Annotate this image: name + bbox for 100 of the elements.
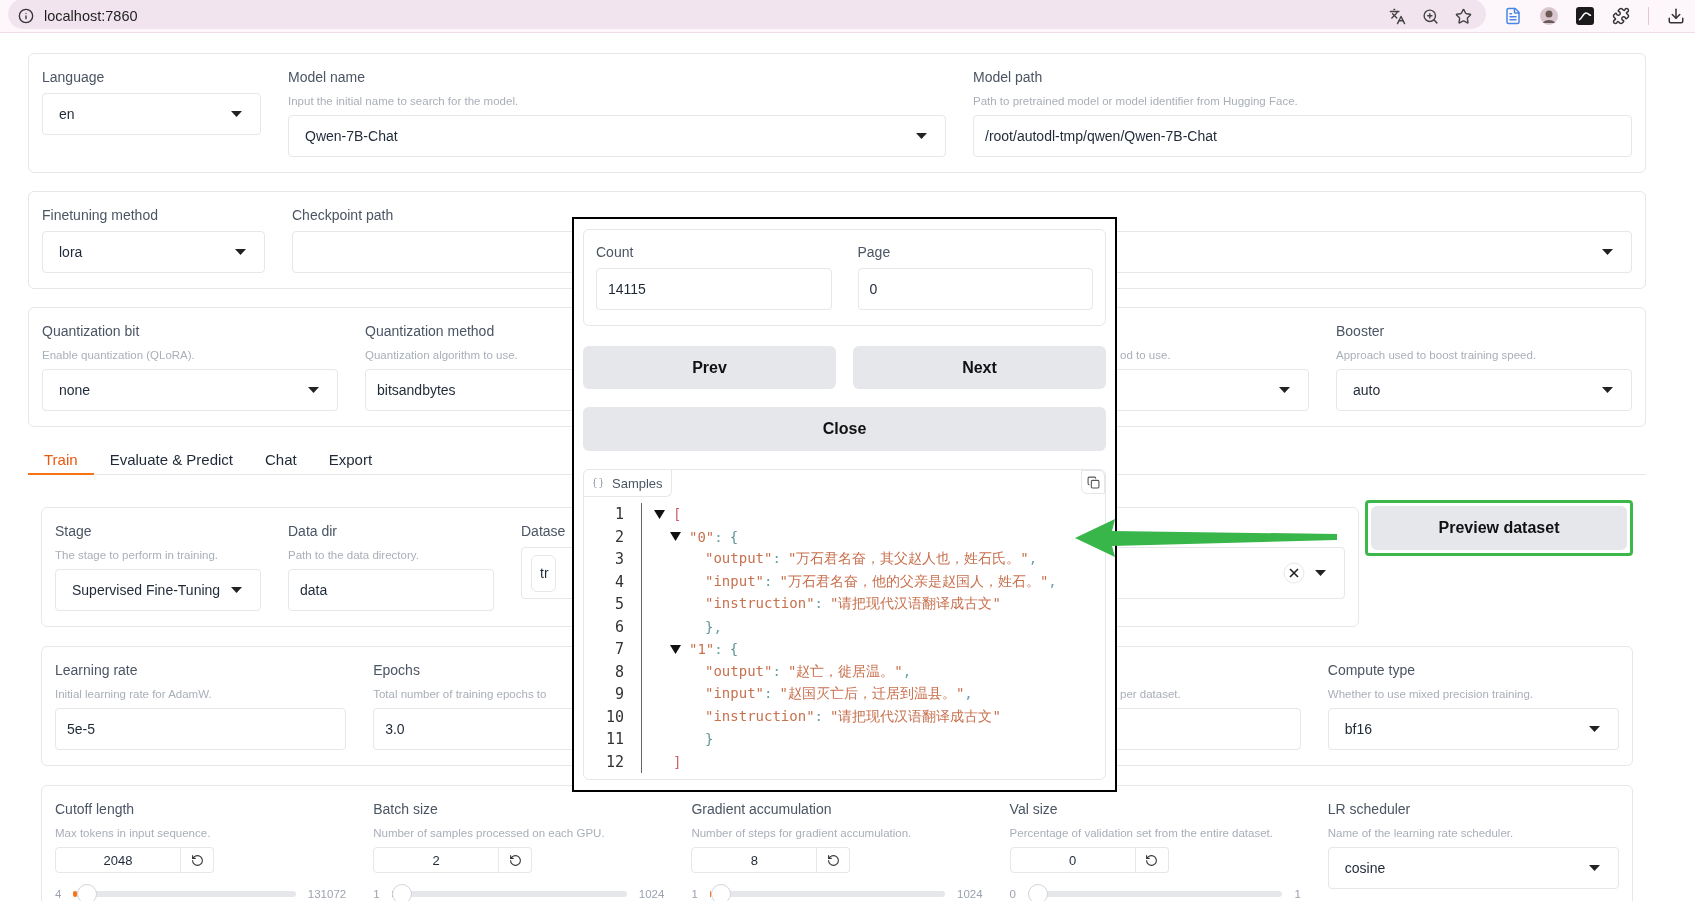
download-icon[interactable] [1667,7,1685,25]
close-button[interactable]: Close [583,407,1106,451]
slider-min: 4 [55,888,62,900]
tag-chip[interactable]: tr [531,554,556,592]
slider-min: 0 [1009,888,1016,900]
star-icon[interactable] [1455,7,1472,25]
dropdown-field[interactable]: cosine [1327,847,1619,889]
dropdown-field[interactable]: en [42,93,261,135]
text-field[interactable]: data [288,569,494,611]
line-number: 7 [613,640,624,659]
field-hint: Quantization algorithm to use. [365,348,518,363]
slider[interactable] [1028,884,1283,901]
text-field[interactable]: 5e-5 [55,708,347,750]
field-hint: Path to pretrained model or model identifier from Hugging Face. [973,94,1298,109]
dropdown-field[interactable]: lora [42,231,265,273]
dropdown-field[interactable]: auto [1336,369,1632,411]
copy-button[interactable] [1081,470,1105,494]
reset-button[interactable] [499,847,533,873]
dropdown-field[interactable]: none [42,369,338,411]
field-label: Page [857,243,891,262]
clear-icon[interactable] [1283,562,1305,584]
slider-thumb[interactable] [76,884,97,901]
code-line: "input": "赵国灭亡后，迁居到温县。", [705,685,973,704]
field-label: Stage [55,522,92,541]
line-number: 3 [613,550,624,569]
line-number: 12 [604,752,624,771]
slider[interactable] [709,884,945,901]
dropdown-field[interactable]: Qwen-7B-Chat [288,115,946,157]
field-label: Epochs [373,661,420,680]
line-number: 5 [613,595,624,614]
dropdown-field[interactable]: Supervised Fine-Tuning [55,569,261,611]
translate-icon[interactable] [1389,7,1406,25]
reset-button[interactable] [817,847,851,873]
line-number: 11 [604,730,624,749]
triangle-icon[interactable] [670,531,681,543]
tab[interactable]: Chat [249,445,313,475]
field-hint: Max tokens in input sequence. [55,826,211,841]
number-field[interactable]: 2048 [55,847,181,873]
reset-icon [826,853,840,867]
line-number: 10 [604,707,624,726]
samples-title: Samples [612,475,663,491]
field-label: Learning rate [55,661,138,680]
field-hint: Initial learning rate for AdamW. [55,687,212,702]
field-label: Booster [1336,322,1385,341]
tab[interactable]: Train [28,445,94,475]
text-field[interactable]: 0 [857,268,1093,310]
field-hint: Percentage of validation set from the entire dataset. [1009,826,1273,841]
field-label: Quantization bit [42,322,140,341]
number-field[interactable]: 8 [691,847,818,873]
number-field[interactable]: 0 [1009,847,1136,873]
code-line: }, [705,618,722,635]
slider-max: 1024 [638,888,665,900]
reset-icon [1145,853,1159,867]
info-icon[interactable] [18,8,34,24]
reset-button[interactable] [181,847,214,873]
caret-icon [231,587,242,593]
pager-button[interactable]: Next [853,346,1106,389]
field-label: Datase [521,522,566,541]
text-field[interactable]: /root/autodl-tmp/qwen/Qwen-7B-Chat [973,115,1632,157]
field-label: Model name [288,68,366,87]
preview-dataset-button[interactable]: Preview dataset [1371,506,1627,550]
field-hint: od to use. [1120,348,1171,363]
puzzle-icon[interactable] [1612,7,1630,25]
app-icon[interactable] [1576,7,1594,25]
caret-icon [1602,249,1613,255]
field-hint: Name of the learning rate scheduler. [1327,826,1514,841]
triangle-icon[interactable] [670,643,681,655]
number-field[interactable]: 2 [373,847,500,873]
line-number: 6 [613,617,624,636]
code-line: [ [673,506,682,523]
field-label: Quantization method [365,322,495,341]
field-hint: Total number of training epochs to [373,687,547,702]
field-label: Model path [973,68,1043,87]
zoom-icon[interactable] [1422,7,1439,25]
field-hint: Enable quantization (QLoRA). [42,348,195,363]
slider[interactable] [391,884,627,901]
caret-icon [916,133,927,139]
slider-thumb[interactable] [711,884,732,901]
dropdown-field[interactable]: bf16 [1327,708,1619,750]
text-field[interactable]: 14115 [596,268,832,310]
document-icon[interactable] [1504,7,1522,25]
code-line: } [705,731,714,748]
tab[interactable]: Export [312,445,389,475]
triangle-icon[interactable] [654,508,665,520]
caret-icon [1589,865,1600,871]
slider-thumb[interactable] [1028,884,1048,901]
slider-thumb[interactable] [391,884,412,901]
code-line: "0": { [689,528,739,545]
slider[interactable] [73,884,296,901]
field-hint: The stage to perform in training. [55,548,218,563]
code-line: "output": "万石君名奋，其父赵人也，姓石氏。", [705,550,1038,569]
avatar-icon[interactable] [1540,7,1558,25]
caret-icon [308,387,319,393]
line-number: 2 [613,527,624,546]
reset-button[interactable] [1135,847,1169,873]
tab[interactable]: Evaluate & Predict [93,445,250,475]
pager-button[interactable]: Prev [583,346,836,389]
code-line: "output": "赵亡，徙居温。", [705,662,912,681]
field-label: Compute type [1327,661,1415,680]
field-label: Val size [1009,800,1058,819]
